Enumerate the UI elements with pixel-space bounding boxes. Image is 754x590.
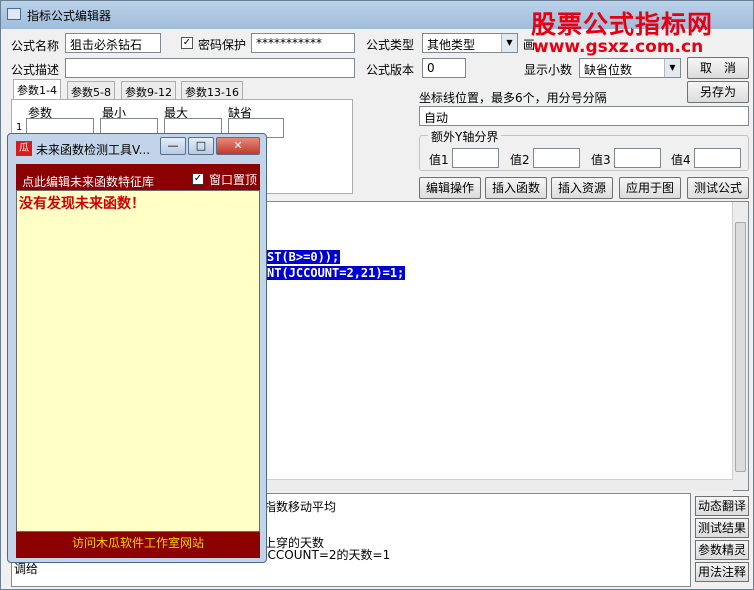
formula-desc-label: 公式描述 [11,63,60,77]
val3-label: 值3 [591,153,611,167]
val1-label: 值1 [429,153,449,167]
axis-position-label: 坐标线位置，最多6个，用分号分隔 [419,91,607,105]
formula-editor-window: 指标公式编辑器 股票公式指标网 www.gsxz.com.cn 公式名称 狙击必… [0,0,754,590]
code-line: ST(B>=0)); [266,250,341,264]
param-wizard-button[interactable]: 参数精灵 [695,540,749,560]
insert-function-button[interactable]: 插入函数 [485,177,547,199]
visit-website-link[interactable]: 访问木瓜软件工作室网站 [16,534,260,551]
translation-line: 指数移动平均 [264,500,337,514]
formula-type-label: 公式类型 [366,38,415,52]
save-as-button[interactable]: 另存为 [687,81,749,103]
app-icon [7,8,21,20]
close-button[interactable]: ✕ [216,137,260,155]
popup-title: 未来函数检测工具V... [36,143,151,157]
formula-version-input[interactable]: 0 [422,58,466,78]
param-row-index: 1 [16,122,23,133]
maximize-button[interactable]: □ [188,137,214,155]
formula-type-value: 其他类型 [427,38,476,52]
password-input[interactable]: *********** [251,33,355,53]
test-formula-button[interactable]: 测试公式 [687,177,749,199]
insert-resource-button[interactable]: 插入资源 [551,177,613,199]
draw-method-label: 画 [523,38,536,52]
tab-params-13-16[interactable]: 参数13-16 [181,81,243,99]
window-title: 指标公式编辑器 [27,9,112,23]
topmost-checkbox[interactable]: ✓ [192,173,204,185]
scrollbar-thumb[interactable] [735,222,746,472]
formula-type-select[interactable]: 其他类型 ▼ [422,33,518,53]
val4-input[interactable] [694,148,741,168]
val2-input[interactable] [533,148,580,168]
edit-operation-button[interactable]: 编辑操作 [419,177,481,199]
extra-y-axis-title: 额外Y轴分界 [428,128,502,145]
code-line: NT(JCCOUNT=2,21)=1; [266,266,406,280]
cancel-button[interactable]: 取 消 [687,57,749,79]
tab-params-1-4[interactable]: 参数1-4 [13,79,61,100]
val1-input[interactable] [452,148,499,168]
melon-logo-icon: 瓜 [16,141,32,156]
editor-scrollbar[interactable] [732,202,748,490]
future-function-checker-window: 瓜 未来函数检测工具V... — □ ✕ 点此编辑未来函数特征库 ✓ 窗口置顶 … [7,133,267,563]
axis-position-input[interactable]: 自动 [419,106,749,126]
topmost-label: 窗口置顶 [209,173,258,187]
watermark-brand: 股票公式指标网 [531,10,714,39]
val4-label: 值4 [671,153,691,167]
chevron-down-icon: ▼ [664,59,680,77]
detection-result-text: 没有发现未来函数！ [19,196,145,212]
decimals-value: 缺省位数 [584,63,633,77]
edit-feature-library-link[interactable]: 点此编辑未来函数特征库 [22,173,154,190]
decimals-label: 显示小数 [524,63,573,77]
detection-result-box: 没有发现未来函数！ [16,190,260,532]
val3-input[interactable] [614,148,661,168]
watermark-url: www.gsxz.com.cn [533,37,704,57]
formula-name-label: 公式名称 [11,39,60,53]
dynamic-translate-button[interactable]: 动态翻译 [695,496,749,516]
tab-params-9-12[interactable]: 参数9-12 [121,81,176,99]
chevron-down-icon: ▼ [501,34,517,52]
formula-name-input[interactable]: 狙击必杀钻石 [65,33,161,53]
formula-version-label: 公式版本 [366,63,415,77]
tab-params-5-8[interactable]: 参数5-8 [67,81,115,99]
val2-label: 值2 [510,153,530,167]
translation-line: JCCOUNT=2的天数=1 [264,548,391,562]
password-checkbox[interactable]: ✓ [181,37,193,49]
popup-content: 点此编辑未来函数特征库 ✓ 窗口置顶 没有发现未来函数！ 访问木瓜软件工作室网站 [16,164,260,558]
formula-desc-input[interactable] [65,58,355,78]
test-result-button[interactable]: 测试结果 [695,518,749,538]
apply-to-chart-button[interactable]: 应用于图 [619,177,681,199]
decimals-select[interactable]: 缺省位数 ▼ [579,58,681,78]
minimize-button[interactable]: — [160,137,186,155]
password-label: 密码保护 [198,38,247,52]
usage-notes-button[interactable]: 用法注释 [695,562,749,582]
